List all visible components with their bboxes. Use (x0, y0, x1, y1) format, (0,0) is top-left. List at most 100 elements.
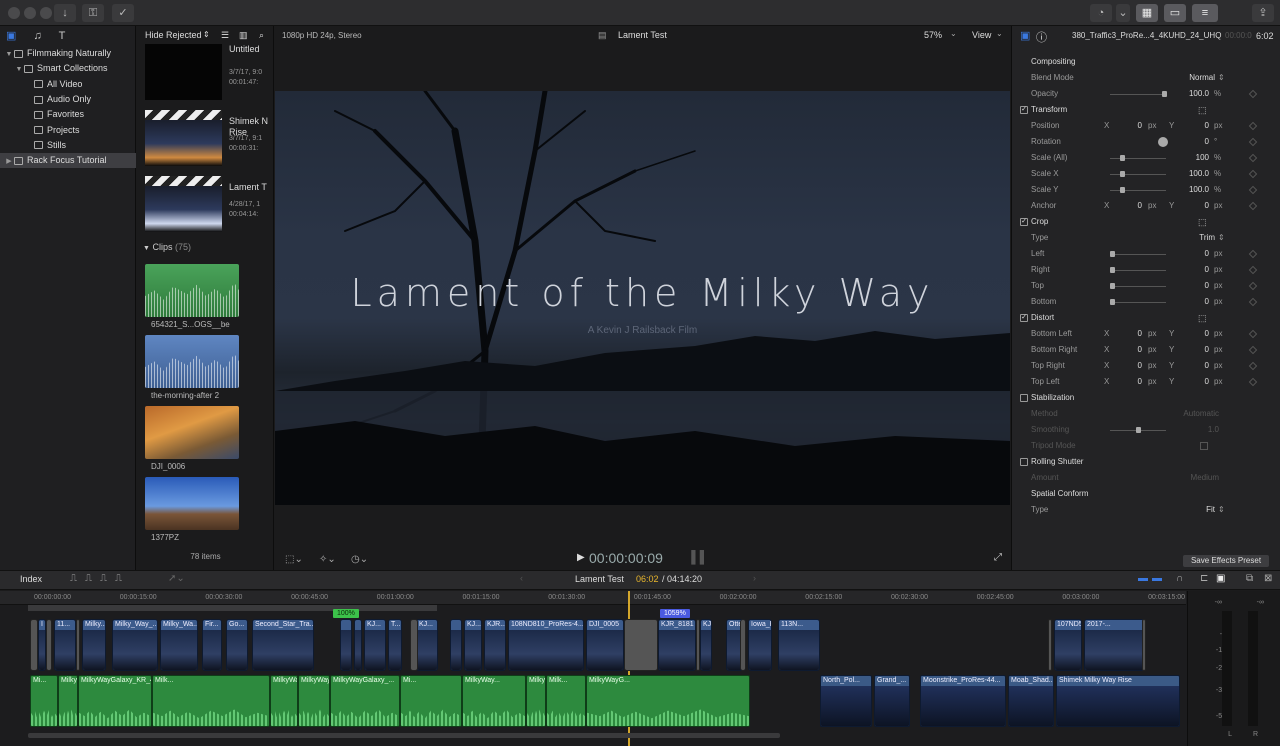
section-checkbox[interactable]: ✓ (1020, 218, 1028, 226)
value-slider[interactable] (1110, 267, 1166, 273)
x-value[interactable]: 0 (1138, 198, 1142, 214)
keyframe-icon[interactable] (1248, 185, 1258, 195)
slider-knob-icon[interactable] (1110, 267, 1115, 273)
video-clip[interactable]: Second_Star_Tra... (252, 619, 314, 671)
play-button[interactable]: ▶ (577, 552, 585, 563)
zoom-window-icon[interactable] (40, 7, 52, 19)
disclosure-triangle-icon[interactable]: ▶ (4, 154, 14, 169)
sidebar-item[interactable]: Stills (0, 138, 136, 153)
y-value[interactable]: 0 (1205, 198, 1209, 214)
inspector-section-crop[interactable]: ✓ Crop ⬚ (1012, 214, 1280, 230)
sidebar-item[interactable]: All Video (0, 77, 136, 92)
zoom-popup[interactable]: 57% (924, 30, 942, 40)
speed-badge[interactable]: 100% (333, 609, 359, 618)
sidebar-item[interactable]: ▼ Filmmaking Naturally (0, 46, 136, 61)
sidebar-item[interactable]: ▶ Rack Focus Tutorial (0, 153, 136, 169)
field-value[interactable]: 0 (1205, 278, 1209, 294)
audio-clip[interactable]: MilkyWayGala... (298, 675, 330, 727)
y-value[interactable]: 0 (1205, 358, 1209, 374)
y-value[interactable]: 0 (1205, 118, 1209, 134)
video-clip[interactable]: Moab_Shad... (1008, 675, 1054, 727)
headphones-icon[interactable]: ∩ (1176, 573, 1183, 584)
field-value[interactable]: Medium (1191, 470, 1219, 486)
audio-clip[interactable]: MilkyWayG... (586, 675, 750, 727)
video-clip[interactable]: Fir... (202, 619, 222, 671)
fullscreen-icon[interactable]: ⤢ (994, 552, 1002, 563)
clip-thumbnail[interactable] (145, 264, 239, 317)
gap-clip[interactable] (1048, 619, 1052, 671)
keyframe-icon[interactable] (1248, 265, 1258, 275)
video-clip[interactable]: 107ND500_h264... (1054, 619, 1082, 671)
inspector-toggle-icon[interactable]: ≡ (1192, 4, 1218, 22)
timecode-display[interactable]: 00:00:00:09 (589, 550, 663, 566)
audio-clip[interactable]: MilkyWayGalaxy_K... (270, 675, 298, 727)
video-clip[interactable]: Milky... (82, 619, 106, 671)
browser-toggle-icon[interactable]: ▦ (1136, 4, 1158, 22)
list-view-icon[interactable]: ☰ (221, 26, 229, 44)
video-clip[interactable]: T... (388, 619, 402, 671)
video-clip[interactable]: Grand_... (874, 675, 910, 727)
keyframe-icon[interactable] (1248, 297, 1258, 307)
x-value[interactable]: 0 (1138, 342, 1142, 358)
timeline[interactable]: 00:00:00:00 00:00:15:00 00:00:30:00 00:00:4… (0, 591, 1280, 746)
transitions-browser-icon[interactable]: ⊠ (1264, 573, 1272, 584)
video-clip[interactable]: Milky_Wa... (160, 619, 198, 671)
video-clip[interactable]: 2017-... (1084, 619, 1146, 671)
keyframe-icon[interactable] (1248, 345, 1258, 355)
sidebar-item[interactable]: Audio Only (0, 92, 136, 107)
save-effects-preset-button[interactable]: Save Effects Preset (1183, 555, 1269, 567)
check-icon[interactable]: ✓ (112, 4, 134, 22)
project-thumbnail[interactable] (145, 110, 222, 166)
section-checkbox[interactable] (1020, 394, 1028, 402)
slider-knob-icon[interactable] (1120, 187, 1126, 193)
value-slider[interactable] (1110, 91, 1167, 97)
audio-clip[interactable]: Mi... (30, 675, 58, 727)
keyframe-icon[interactable] (1248, 361, 1258, 371)
field-value[interactable]: 100.0 (1189, 86, 1209, 102)
audio-clip[interactable]: Milk... (546, 675, 586, 727)
enhancements-tool-icon[interactable]: ✧⌄ (319, 554, 336, 565)
video-clip[interactable]: DJI_0005 (586, 619, 624, 671)
video-clip[interactable]: 113N... (778, 619, 820, 671)
timeline-toggle-icon[interactable]: ▭ (1164, 4, 1186, 22)
keyframe-icon[interactable] (1248, 377, 1258, 387)
video-clip[interactable]: KJ... (416, 619, 438, 671)
video-clip[interactable]: KJ... (464, 619, 482, 671)
clip-thumbnail[interactable] (145, 477, 239, 530)
sidebar-item[interactable]: Projects (0, 123, 136, 138)
video-clip[interactable]: Iowa_Rive... (748, 619, 772, 671)
field-value[interactable]: 0 (1205, 246, 1209, 262)
value-slider[interactable] (1110, 299, 1166, 305)
popup-value[interactable]: Trim (1199, 230, 1215, 246)
keyframe-icon[interactable] (1248, 169, 1258, 179)
value-slider[interactable] (1110, 283, 1166, 289)
keyframe-icon[interactable] (1248, 121, 1258, 131)
slider-knob-icon[interactable] (1136, 427, 1141, 433)
gap-clip[interactable] (46, 619, 52, 671)
forward-arrow-icon[interactable]: › (753, 573, 756, 583)
slider-knob-icon[interactable] (1162, 91, 1167, 97)
y-value[interactable]: 0 (1205, 342, 1209, 358)
keyframe-icon[interactable] (1248, 201, 1258, 211)
video-clip[interactable]: KJ... (700, 619, 712, 671)
clip-appearance-icon[interactable]: ▥ (239, 26, 248, 44)
audio-clip[interactable]: Milk... (152, 675, 270, 727)
edit-buttons[interactable]: ⎍⎍⎍⎍ (70, 573, 130, 584)
skimming-toggle-icons[interactable]: ▬▬ (1138, 573, 1166, 584)
keyframe-icon[interactable] (1248, 89, 1258, 99)
rotation-dial-icon[interactable] (1158, 137, 1168, 147)
video-clip[interactable]: Shimek Milky Way Rise (1056, 675, 1180, 727)
slider-knob-icon[interactable] (1110, 299, 1115, 305)
titles-generators-tab-icon[interactable]: T (59, 30, 66, 42)
background-tasks-icon[interactable]: ◔ (1090, 4, 1112, 22)
photos-audio-tab-icon[interactable]: ♫ (33, 30, 41, 42)
search-icon[interactable]: ⌕ (259, 26, 264, 44)
minimize-window-icon[interactable] (24, 7, 36, 19)
audio-clip[interactable]: MilkyWayGalaxy_... (330, 675, 400, 727)
gap-clip[interactable] (740, 619, 746, 671)
popup-value[interactable]: Normal (1189, 70, 1215, 86)
video-clip[interactable]: North_Pol... (820, 675, 872, 727)
inspector-section-spatial-conform[interactable]: Spatial Conform (1012, 486, 1280, 502)
pointer-tool-icon[interactable]: ➚⌄ (168, 573, 185, 584)
inspector-section-compositing[interactable]: Compositing (1012, 54, 1280, 70)
